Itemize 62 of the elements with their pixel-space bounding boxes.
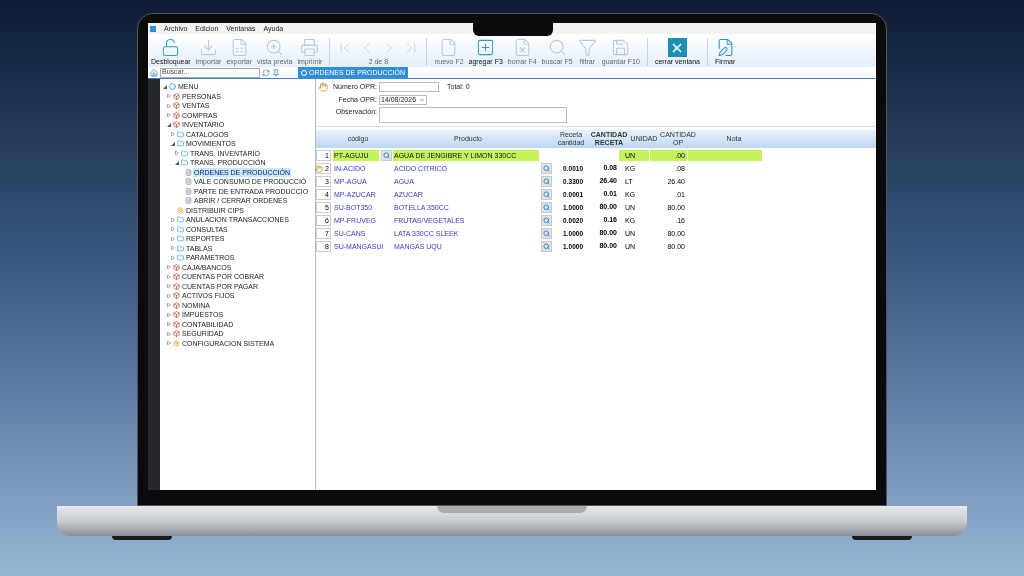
expand-arrow-icon[interactable] (167, 331, 171, 336)
gear-icon (177, 206, 184, 214)
close-icon (667, 38, 687, 57)
document-icon (185, 197, 192, 205)
box-icon (173, 330, 180, 338)
lookup-button[interactable] (540, 176, 552, 187)
lookup-button[interactable] (540, 215, 552, 226)
lookup-button[interactable] (540, 189, 552, 200)
expand-arrow-icon[interactable] (167, 303, 171, 308)
laptop-foot (852, 536, 912, 540)
expand-arrow-icon[interactable] (167, 293, 171, 298)
expand-arrow-icon[interactable] (167, 94, 171, 99)
refresh-icon[interactable] (262, 68, 270, 77)
expand-arrow-icon[interactable] (167, 322, 171, 327)
expand-arrow-icon[interactable] (167, 265, 171, 270)
box-icon (173, 121, 180, 129)
expand-arrow-icon[interactable] (171, 217, 175, 222)
lookup-button[interactable] (380, 150, 392, 161)
app-logo-icon (150, 25, 156, 32)
dropdown-caret-icon (419, 96, 425, 103)
magnifier-icon (265, 38, 285, 57)
folder-icon (181, 159, 188, 167)
box-icon (173, 92, 180, 100)
save-icon (611, 38, 631, 57)
collapse-arrow-icon[interactable] (163, 84, 167, 89)
expand-arrow-icon[interactable] (175, 151, 179, 156)
padlock-icon (161, 38, 181, 57)
dot-icon (169, 83, 176, 91)
expand-arrow-icon[interactable] (171, 227, 175, 232)
pin-icon[interactable] (272, 68, 280, 77)
box-icon (173, 263, 180, 271)
download-icon (199, 38, 219, 57)
expand-arrow-icon[interactable] (167, 284, 171, 289)
filter-icon (577, 38, 597, 57)
lookup-button[interactable] (540, 241, 552, 252)
home-icon[interactable] (150, 68, 158, 77)
expand-arrow-icon[interactable] (167, 274, 171, 279)
collapse-arrow-icon[interactable] (171, 141, 175, 146)
expand-arrow-icon[interactable] (171, 132, 175, 137)
observation-field[interactable] (379, 107, 567, 123)
laptop-foot (112, 536, 172, 540)
expand-arrow-icon[interactable] (167, 103, 171, 108)
collapse-arrow-icon[interactable] (167, 122, 171, 127)
expand-arrow-icon[interactable] (171, 255, 175, 260)
grid-plus-icon (476, 38, 496, 57)
lookup-button[interactable] (540, 163, 552, 174)
expand-arrow-icon[interactable] (167, 341, 171, 346)
lookup-button[interactable] (540, 202, 552, 213)
expand-arrow-icon[interactable] (167, 312, 171, 317)
expand-arrow-icon[interactable] (171, 236, 175, 241)
folder-icon (177, 130, 184, 138)
collapse-arrow-icon[interactable] (175, 160, 179, 165)
search-icon (547, 38, 567, 57)
order-number-field[interactable] (379, 82, 439, 93)
lookup-button[interactable] (540, 228, 552, 239)
expand-arrow-icon[interactable] (167, 113, 171, 118)
print-icon (300, 38, 320, 57)
gear-icon (173, 339, 180, 347)
document-icon (185, 168, 192, 176)
expand-arrow-icon[interactable] (171, 246, 175, 251)
folder-icon (177, 254, 184, 262)
pointing-hand-icon (318, 82, 328, 92)
